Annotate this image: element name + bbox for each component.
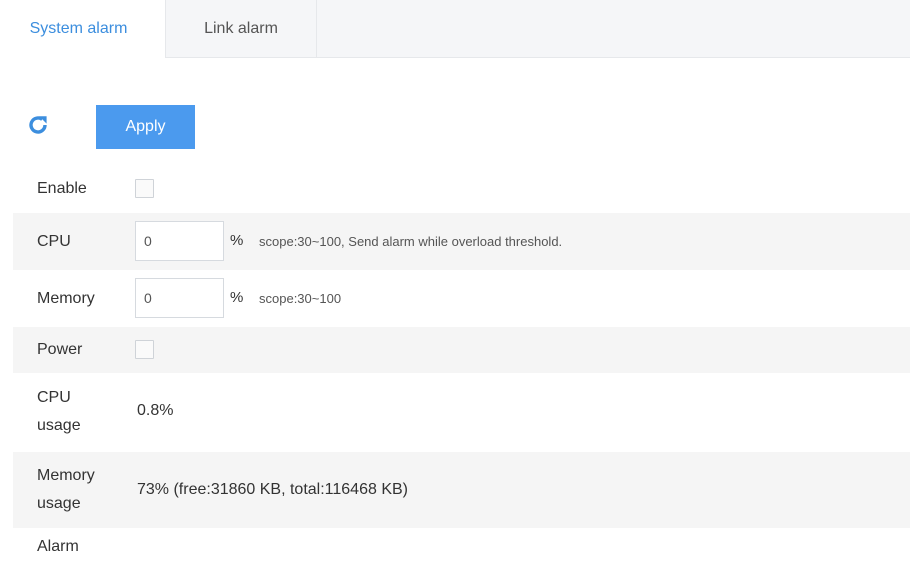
apply-button[interactable]: Apply [96, 105, 195, 149]
cpu-label: CPU [37, 232, 71, 250]
tab-link-alarm[interactable]: Link alarm [165, 0, 317, 58]
memory-row: Memory % scope:30~100 [13, 272, 910, 325]
power-checkbox[interactable] [135, 340, 154, 359]
memory-usage-label-line1: Memory [37, 467, 95, 484]
tab-bar: System alarm Link alarm [0, 0, 910, 58]
enable-checkbox[interactable] [135, 179, 154, 198]
power-label: Power [37, 341, 83, 358]
tab-system-alarm[interactable]: System alarm [0, 0, 165, 58]
alarm-label: Alarm [37, 538, 79, 555]
memory-usage-label-line2: usage [37, 495, 81, 512]
memory-usage-row: Memory usage 73% (free:31860 KB, total:1… [13, 452, 910, 528]
memory-label: Memory [37, 289, 95, 307]
memory-hint: scope:30~100 [259, 291, 342, 306]
tab-bar-divider [165, 57, 910, 58]
enable-row: Enable [13, 168, 910, 210]
memory-unit: % [230, 289, 244, 306]
memory-usage-label: Memory usage [13, 462, 121, 518]
refresh-icon [29, 116, 47, 134]
memory-threshold-input[interactable] [135, 278, 224, 318]
refresh-button[interactable] [25, 112, 51, 138]
cpu-usage-row: CPU usage 0.8% [13, 376, 910, 447]
power-row: Power [13, 327, 910, 373]
enable-label: Enable [37, 180, 87, 197]
cpu-usage-label-line2: usage [37, 416, 81, 434]
cpu-hint: scope:30~100, Send alarm while overload … [259, 234, 563, 249]
cpu-usage-label-line1: CPU [37, 388, 71, 406]
alarm-row: Alarm [13, 530, 910, 564]
cpu-unit: % [230, 232, 244, 249]
cpu-row: CPU % scope:30~100, Send alarm while ove… [13, 213, 910, 270]
cpu-threshold-input[interactable] [135, 221, 224, 261]
tab-system-alarm-label: System alarm [29, 20, 128, 37]
cpu-usage-value: 0.8% [137, 402, 174, 419]
cpu-usage-label: CPU usage [13, 384, 121, 440]
memory-usage-value: 73% (free:31860 KB, total:116468 KB) [137, 481, 408, 498]
tab-link-alarm-label: Link alarm [204, 20, 278, 37]
